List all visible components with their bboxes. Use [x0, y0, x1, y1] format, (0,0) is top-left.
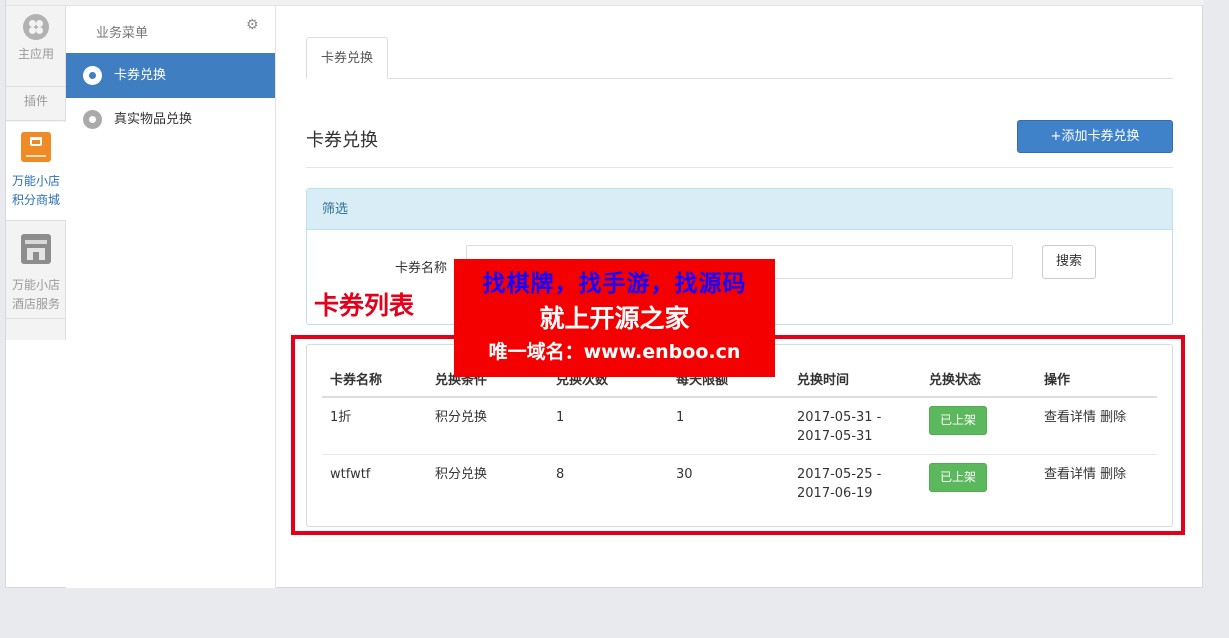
rail-divider [6, 220, 66, 221]
watermark-line3: 唯一域名：www.enboo.cn [488, 341, 741, 363]
tab-bar: 卡券兑换 [306, 37, 1173, 79]
cell-actions: 查看详情 删除 [1036, 454, 1157, 511]
watermark-line2: 就上开源之家 [539, 304, 690, 333]
business-submenu: 业务菜单 ⚙ 卡券兑换 真实物品兑换 [66, 6, 276, 588]
rail-app-label-line1: 万能小店 [11, 278, 60, 292]
table-row: 1折 积分兑换 1 1 2017-05-31 - 2017-05-31 已上架 … [322, 397, 1157, 455]
cell-time: 2017-05-25 - 2017-06-19 [789, 454, 921, 511]
column-header: 兑换时间 [789, 361, 921, 398]
rail-app-points-mall[interactable]: 万能小店 积分商城 [6, 122, 66, 220]
rail-divider [6, 86, 66, 87]
cell-times: 8 [556, 466, 565, 482]
column-header: 兑换状态 [921, 361, 1036, 398]
delete-link[interactable]: 删除 [1100, 410, 1126, 425]
cell-status: 已上架 [921, 454, 1036, 511]
apps-grid-icon [23, 14, 49, 40]
rail-app-hotel-service[interactable]: 万能小店 酒店服务 [6, 228, 66, 320]
time-end: 2017-06-19 [797, 485, 873, 501]
add-coupon-exchange-button[interactable]: +添加卡券兑换 [1017, 120, 1173, 153]
cell-name: 1折 [322, 397, 427, 455]
rail-main-app[interactable]: 主应用 [6, 14, 66, 64]
rail-app-label-line1: 万能小店 [11, 174, 60, 188]
delete-link[interactable]: 删除 [1100, 467, 1126, 482]
submenu-item-coupon-exchange[interactable]: 卡券兑换 [66, 53, 275, 98]
cell-name: wtfwtf [330, 466, 371, 482]
gear-icon[interactable]: ⚙ [246, 18, 260, 32]
column-header: 操作 [1036, 361, 1157, 398]
submenu-item-physical-exchange[interactable]: 真实物品兑换 [66, 97, 275, 142]
view-details-link[interactable]: 查看详情 [1044, 410, 1096, 425]
coupon-name-label: 卡券名称 [395, 261, 448, 276]
cell-condition: 积分兑换 [435, 466, 488, 482]
cell-actions: 查看详情 删除 [1036, 397, 1157, 455]
cell-condition: 积分兑换 [427, 397, 548, 455]
gear-icon [83, 110, 102, 129]
coupon-table: 卡券名称 兑换条件 兑换次数 每天限额 兑换时间 兑换状态 操作 1折 积分兑换… [322, 361, 1157, 511]
cell-daily-limit: 30 [676, 466, 693, 482]
shopping-cart-icon [21, 132, 51, 162]
rail-plugin[interactable]: 插件 [6, 92, 66, 111]
cell-times: 1 [548, 397, 668, 455]
submenu-title: 业务菜单 [96, 26, 149, 41]
hotel-icon [21, 234, 51, 264]
rail-divider [6, 120, 66, 121]
rail-app-label-line2: 酒店服务 [11, 297, 60, 311]
watermark-line1: 找棋牌，找手游，找源码 [482, 271, 747, 297]
cell-status: 已上架 [921, 397, 1036, 455]
divider [306, 167, 1173, 168]
watermark-banner: 找棋牌，找手游，找源码 就上开源之家 唯一域名：www.enboo.cn [454, 259, 775, 377]
view-details-link[interactable]: 查看详情 [1044, 467, 1096, 482]
rail-main-label: 主应用 [17, 47, 54, 61]
cell-daily-limit: 1 [668, 397, 789, 455]
gear-icon [83, 66, 102, 85]
status-badge[interactable]: 已上架 [929, 406, 987, 435]
search-button[interactable]: 搜索 [1042, 245, 1096, 279]
status-badge[interactable]: 已上架 [929, 462, 987, 492]
table-row: wtfwtf 积分兑换 8 30 2017-05-25 - 2017-06-19… [322, 454, 1157, 511]
column-header: 卡券名称 [322, 361, 427, 398]
page-title: 卡券兑换 [306, 130, 378, 151]
rail-app-label-line2: 积分商城 [11, 193, 60, 207]
time-start: 2017-05-31 - [797, 410, 882, 425]
app-rail: 主应用 插件 万能小店 积分商城 万能小店 酒店服务 [6, 6, 66, 340]
submenu-item-label: 卡券兑换 [114, 68, 167, 83]
submenu-item-label: 真实物品兑换 [114, 112, 193, 127]
cell-time: 2017-05-31 - 2017-05-31 [789, 397, 921, 455]
coupon-list-annotation: 卡券列表 [314, 291, 415, 320]
filter-heading: 筛选 [307, 189, 1172, 230]
rail-divider [6, 318, 66, 319]
time-end: 2017-05-31 [797, 429, 873, 444]
time-start: 2017-05-25 - [797, 466, 882, 482]
tab-coupon-exchange[interactable]: 卡券兑换 [306, 37, 389, 79]
